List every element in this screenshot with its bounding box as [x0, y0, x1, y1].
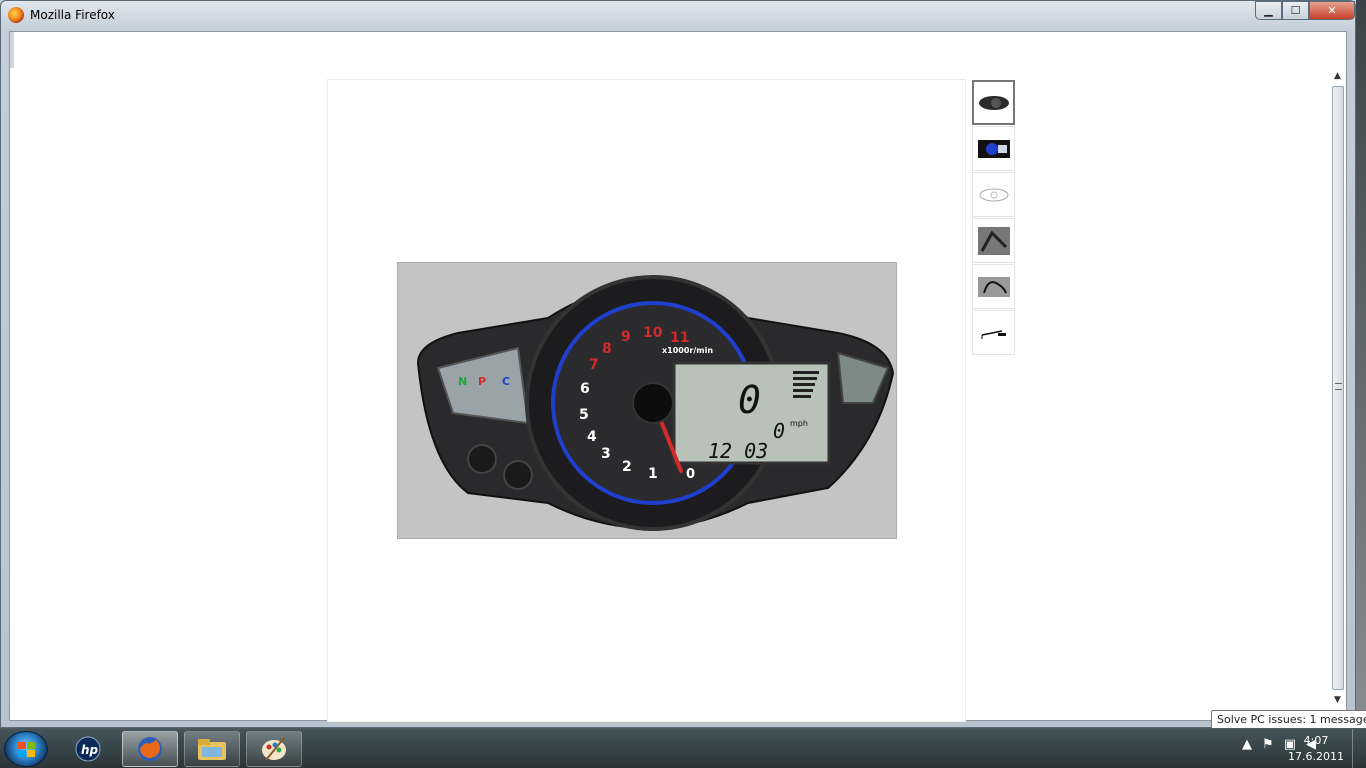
grip-icon — [1335, 383, 1342, 390]
toolbar-edge — [10, 32, 14, 68]
taskbar-explorer[interactable] — [184, 731, 240, 767]
rpm-8: 8 — [602, 341, 612, 357]
product-image-panel: N P C 0 0 mph 12 03 0 1 2 3 4 5 6 7 8 9 … — [327, 79, 966, 722]
window-title: Mozilla Firefox — [30, 8, 115, 22]
cable-thumb-icon — [981, 329, 1006, 339]
rpm-unit-label: x1000r/min — [662, 346, 713, 355]
rpm-4: 4 — [587, 429, 597, 445]
firefox-icon — [138, 737, 162, 761]
gauge-thumb-icon — [978, 95, 1009, 110]
rpm-6: 6 — [580, 381, 590, 397]
thumbnail-sketch[interactable] — [972, 172, 1015, 217]
scroll-up-arrow-icon[interactable]: ▲ — [1329, 68, 1346, 84]
rpm-3: 3 — [601, 446, 611, 462]
browser-window: Mozilla Firefox ▁ ☐ ✕ N P C 0 0 mph 12 0… — [0, 0, 1356, 728]
system-clock[interactable]: 4:07 17.6.2011 — [1288, 733, 1344, 765]
action-center-flag-icon[interactable]: ⚑ — [1262, 737, 1274, 752]
show-desktop-button[interactable] — [1352, 729, 1366, 768]
minimize-button[interactable]: ▁ — [1255, 1, 1282, 20]
firefox-icon — [8, 7, 24, 23]
scroll-thumb[interactable] — [1332, 86, 1344, 690]
thumbnail-mount[interactable] — [972, 218, 1015, 263]
scroll-down-arrow-icon[interactable]: ▼ — [1329, 692, 1346, 708]
lcd-trip-unit: mph — [790, 419, 808, 428]
taskbar-paint[interactable] — [246, 731, 302, 767]
clock-date: 17.6.2011 — [1288, 750, 1344, 763]
rpm-11: 11 — [670, 330, 689, 346]
rpm-9: 9 — [621, 329, 631, 345]
product-main-image[interactable]: N P C 0 0 mph 12 03 0 1 2 3 4 5 6 7 8 9 … — [397, 262, 897, 539]
taskbar-hp-app[interactable]: hp — [60, 731, 116, 767]
windows-logo-icon — [18, 742, 35, 757]
svg-text:hp: hp — [81, 743, 99, 757]
rpm-7: 7 — [589, 357, 599, 373]
show-hidden-icons-icon[interactable]: ▲ — [1242, 737, 1252, 752]
indicator-n: N — [458, 375, 467, 388]
caption-buttons: ▁ ☐ ✕ — [1255, 1, 1355, 20]
action-center-tooltip: Solve PC issues: 1 message — [1211, 710, 1366, 730]
hp-logo-icon: hp — [75, 736, 101, 762]
taskbar-firefox[interactable] — [122, 731, 178, 767]
lcd-trip: 0 — [773, 419, 785, 443]
thumbnail-cable[interactable] — [972, 310, 1015, 355]
gauge-blue-thumb-icon — [977, 139, 1010, 158]
vertical-scrollbar[interactable]: ▲ ▼ — [1329, 68, 1346, 708]
close-button[interactable]: ✕ — [1309, 1, 1355, 20]
rpm-5: 5 — [579, 407, 589, 423]
sketch-thumb-icon — [979, 188, 1008, 201]
thumbnail-bracket[interactable] — [972, 264, 1015, 309]
paint-palette-icon — [262, 737, 286, 761]
desktop-background-strip — [1356, 0, 1366, 728]
folder-icon — [198, 739, 226, 760]
maximize-button[interactable]: ☐ — [1282, 1, 1309, 20]
start-button[interactable] — [4, 731, 48, 767]
bracket-thumb-icon — [977, 276, 1010, 297]
clock-time: 4:07 — [1303, 734, 1329, 747]
indicator-p: P — [478, 375, 486, 388]
page-viewport: N P C 0 0 mph 12 03 0 1 2 3 4 5 6 7 8 9 … — [9, 31, 1347, 722]
rpm-10: 10 — [643, 325, 663, 341]
indicator-c: C — [502, 375, 510, 388]
thumbnail-strip — [972, 80, 1015, 356]
rpm-0: 0 — [686, 467, 695, 482]
speedometer-gauge-illustration: N P C 0 0 mph 12 03 0 1 2 3 4 5 6 7 8 9 … — [416, 275, 895, 531]
thumbnail-gauge-dark[interactable] — [972, 80, 1015, 125]
mount-thumb-icon — [977, 226, 1010, 255]
rpm-1: 1 — [648, 466, 658, 482]
lcd-clock: 12 03 — [708, 439, 768, 463]
title-bar[interactable]: Mozilla Firefox ▁ ☐ ✕ — [1, 1, 1355, 31]
taskbar: hp ▲ ⚑ ▣ ◀ 4:07 17.6.2011 — [0, 728, 1366, 768]
thumbnail-gauge-blue[interactable] — [972, 126, 1015, 171]
lcd-speed: 0 — [738, 378, 761, 422]
rpm-2: 2 — [622, 459, 632, 475]
